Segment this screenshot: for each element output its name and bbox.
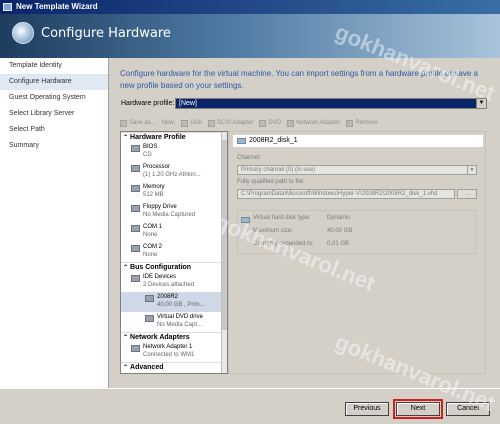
new-scsi-adapter-button[interactable]: SCSI Adapter: [208, 119, 253, 127]
network-icon: [287, 119, 295, 127]
chevron-down-icon[interactable]: ▼: [467, 166, 476, 174]
new-label: New:: [161, 120, 176, 126]
new-dvd-button[interactable]: DVD: [259, 119, 281, 127]
wizard-icon: [3, 3, 12, 11]
hard-disk-icon: [145, 295, 154, 302]
chevron-down-icon[interactable]: ▼: [476, 99, 486, 108]
disk-info-box: Virtual hard disk type: Dynamic Maximum s…: [237, 210, 477, 254]
tree-item-memory[interactable]: Memory 512 MB: [121, 182, 227, 202]
main-panel: Configure hardware for the virtual machi…: [110, 58, 500, 388]
tree-item-virtual-dvd[interactable]: Virtual DVD drive No Media Capt...: [121, 312, 227, 332]
floppy-icon: [131, 205, 140, 212]
collapse-icon[interactable]: ⌃: [123, 333, 128, 343]
disk-detail-panel: 2008R2_disk_1 Channel: Primary channel (…: [228, 131, 486, 374]
tree-item-com2[interactable]: COM 2 None: [121, 242, 227, 262]
tree-item-bios[interactable]: BIOS CD: [121, 142, 227, 162]
max-size-row: Maximum size: 40,00 GB: [253, 228, 353, 234]
remove-button[interactable]: Remove: [346, 119, 378, 127]
scrollbar-thumb[interactable]: [222, 140, 227, 330]
com-port-icon: [131, 225, 140, 232]
step-guest-os[interactable]: Guest Operating System: [0, 90, 108, 106]
page-header: Configure Hardware: [0, 14, 500, 58]
hardware-tree: ⌃ Hardware Profile BIOS CD Processor (1) 1.…: [120, 131, 228, 374]
page-title: Configure Hardware: [41, 26, 171, 41]
memory-icon: [131, 185, 140, 192]
tree-item-ide-devices[interactable]: IDE Devices 2 Devices attached: [121, 272, 227, 292]
collapse-icon[interactable]: ⌃: [123, 363, 128, 373]
hardware-profile-section[interactable]: ⌃ Hardware Profile: [121, 132, 227, 142]
bios-icon: [131, 145, 140, 152]
disk-detail-header: 2008R2_disk_1: [233, 135, 483, 147]
page-description: Configure hardware for the virtual machi…: [120, 69, 478, 90]
collapse-icon[interactable]: ⌃: [123, 263, 128, 273]
save-icon: [120, 119, 127, 127]
save-as-button[interactable]: Save as...: [120, 119, 156, 127]
hard-disk-icon: [237, 138, 246, 144]
ide-icon: [131, 275, 140, 282]
advanced-section[interactable]: ⌃ Advanced: [121, 362, 227, 372]
next-button[interactable]: Next: [393, 399, 443, 419]
remove-icon: [346, 119, 354, 127]
disk-detail-title: 2008R2_disk_1: [249, 137, 298, 144]
step-configure-hardware[interactable]: Configure Hardware: [0, 74, 108, 90]
step-select-path[interactable]: Select Path: [0, 122, 108, 138]
previous-button[interactable]: Previous: [345, 402, 389, 416]
wizard-footer: Previous Next Cancel: [0, 388, 500, 424]
step-library-server[interactable]: Select Library Server: [0, 106, 108, 122]
path-field[interactable]: C:\ProgramData\Microsoft\Windows\Hyper-V…: [237, 189, 455, 199]
network-icon: [131, 345, 140, 352]
window-title: New Template Wizard: [16, 2, 98, 11]
step-summary[interactable]: Summary: [0, 138, 108, 154]
disk-icon: [181, 119, 189, 127]
new-disk-button[interactable]: Disk: [181, 119, 202, 127]
channel-select[interactable]: Primary channel (0) (in use) ▼: [237, 165, 477, 175]
path-label: Fully qualified path to file:: [237, 179, 305, 185]
tree-item-com1[interactable]: COM 1 None: [121, 222, 227, 242]
collapse-icon[interactable]: ⌃: [123, 133, 128, 143]
tree-item-floppy[interactable]: Floppy Drive No Media Captured: [121, 202, 227, 222]
step-template-identity[interactable]: Template Identity: [0, 58, 108, 74]
expanded-row: Currently expanded to: 0,01 GB: [253, 241, 350, 247]
hardware-icon: [12, 22, 34, 44]
processor-icon: [131, 165, 140, 172]
scsi-icon: [208, 119, 216, 127]
com-port-icon: [131, 245, 140, 252]
tree-item-processor[interactable]: Processor (1) 1.20 GHz Athlon...: [121, 162, 227, 182]
tree-item-network-adapter-1[interactable]: Network Adapter 1 Connected to WM1: [121, 342, 227, 362]
hardware-toolbar: Save as... New: Disk SCSI Adapter DVD Ne…: [120, 116, 486, 130]
network-adapters-section[interactable]: ⌃ Network Adapters: [121, 332, 227, 342]
new-network-adapter-button[interactable]: Network Adapter: [287, 119, 340, 127]
hardware-profile-label: Hardware profile:: [121, 100, 175, 107]
hardware-profile-value: [New]: [179, 100, 197, 107]
bus-configuration-section[interactable]: ⌃ Bus Configuration: [121, 262, 227, 272]
tree-item-disk-2008r2[interactable]: 2008R2 40,00 GB , Prim...: [121, 292, 227, 312]
wizard-steps: Template Identity Configure Hardware Gue…: [0, 58, 109, 388]
tree-scrollbar[interactable]: [221, 132, 227, 373]
disk-type-row: Virtual hard disk type: Dynamic: [253, 215, 351, 221]
channel-label: Channel:: [237, 155, 262, 161]
title-bar: New Template Wizard: [0, 0, 500, 14]
dvd-icon: [145, 315, 154, 322]
browse-button[interactable]: ...: [457, 189, 477, 199]
dvd-icon: [259, 119, 267, 127]
cancel-button[interactable]: Cancel: [446, 402, 490, 416]
hardware-profile-select[interactable]: [New] ▼: [175, 98, 487, 109]
hard-disk-icon: [241, 217, 250, 223]
